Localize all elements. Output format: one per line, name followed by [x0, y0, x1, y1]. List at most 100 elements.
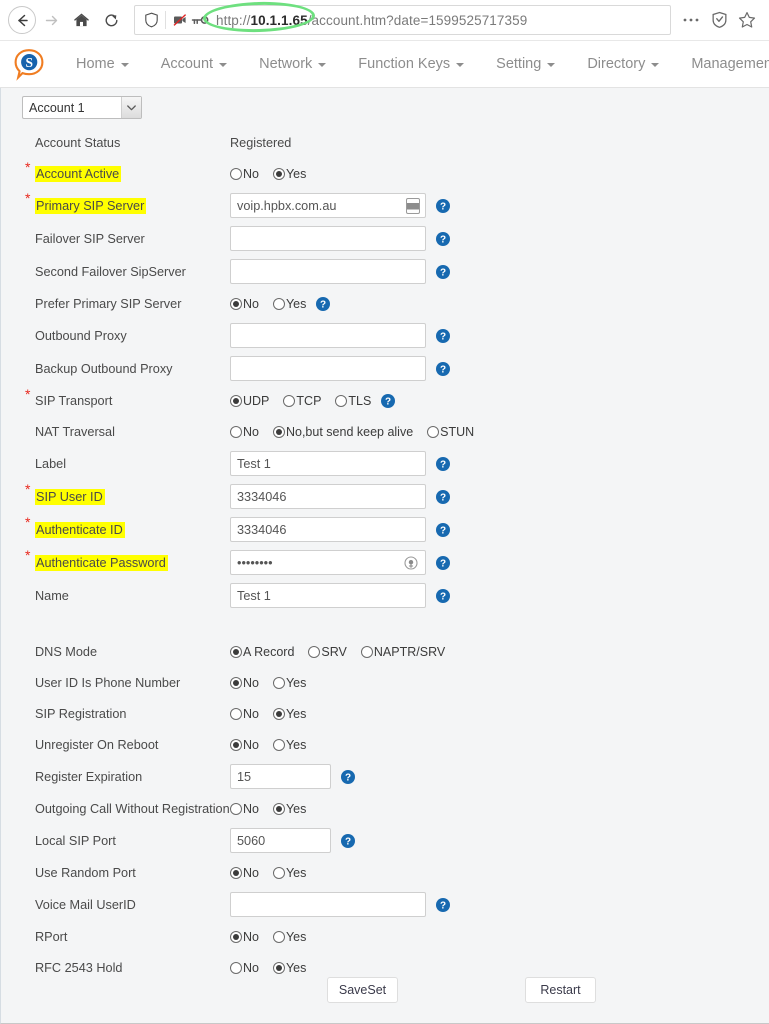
radio-option[interactable]: NAPTR/SRV — [360, 645, 445, 659]
reveal-password-icon[interactable] — [403, 555, 419, 571]
account-select[interactable]: Account 1 — [22, 96, 142, 119]
radio-option[interactable]: No — [230, 425, 259, 439]
brand-logo-icon[interactable]: S — [12, 47, 46, 81]
nav-item-network[interactable]: Network — [243, 56, 342, 72]
radio-option[interactable]: Yes — [272, 676, 306, 690]
help-icon[interactable]: ? — [436, 456, 450, 471]
radio-dot-icon[interactable] — [283, 394, 296, 407]
help-icon[interactable]: ? — [436, 361, 450, 376]
radio-option[interactable]: Yes — [272, 297, 306, 311]
radio-dot-icon[interactable] — [230, 394, 242, 407]
radio-option[interactable]: UDP — [230, 394, 269, 408]
help-icon[interactable]: ? — [436, 489, 450, 504]
radio-option[interactable]: No — [230, 676, 259, 690]
help-icon[interactable]: ? — [341, 769, 355, 784]
nav-item-function-keys[interactable]: Function Keys — [342, 56, 480, 72]
radio-dot-icon[interactable] — [272, 167, 285, 180]
radio-option[interactable]: No — [230, 866, 259, 880]
radio-dot-icon[interactable] — [272, 802, 285, 815]
text-input[interactable] — [230, 356, 426, 381]
home-button[interactable] — [66, 5, 96, 35]
radio-option[interactable]: Yes — [272, 961, 306, 975]
help-icon[interactable]: ? — [316, 296, 331, 311]
radio-option[interactable]: No — [230, 802, 259, 816]
radio-option[interactable]: No — [230, 930, 259, 944]
address-bar[interactable]: http://10.1.1.65/account.htm?date=159952… — [134, 5, 671, 35]
help-icon[interactable]: ? — [381, 393, 396, 408]
radio-option[interactable]: Yes — [272, 866, 306, 880]
radio-dot-icon[interactable] — [272, 297, 285, 310]
radio-dot-icon[interactable] — [230, 707, 242, 720]
text-input[interactable]: Test 1 — [230, 451, 426, 476]
radio-dot-icon[interactable] — [272, 707, 285, 720]
nav-item-setting[interactable]: Setting — [480, 56, 571, 72]
radio-option[interactable]: No — [230, 167, 259, 181]
radio-option[interactable]: No — [230, 738, 259, 752]
help-icon[interactable]: ? — [436, 198, 450, 213]
radio-dot-icon[interactable] — [272, 738, 285, 751]
radio-option[interactable]: STUN — [427, 425, 474, 439]
radio-dot-icon[interactable] — [272, 425, 285, 438]
radio-dot-icon[interactable] — [335, 394, 348, 407]
help-icon[interactable]: ? — [436, 231, 450, 246]
help-icon[interactable]: ? — [436, 588, 450, 603]
radio-option[interactable]: A Record — [230, 645, 294, 659]
nav-item-directory[interactable]: Directory — [571, 56, 675, 72]
back-button[interactable] — [8, 6, 36, 34]
radio-option[interactable]: Yes — [272, 802, 306, 816]
forward-button[interactable] — [36, 5, 66, 35]
text-input[interactable]: 15 — [230, 764, 331, 789]
radio-dot-icon[interactable] — [272, 676, 285, 689]
camera-blocked-icon[interactable] — [170, 10, 190, 30]
text-input[interactable] — [230, 323, 426, 348]
page-actions-menu-button[interactable] — [677, 5, 705, 35]
nav-item-account[interactable]: Account — [145, 56, 243, 72]
radio-dot-icon[interactable] — [230, 802, 242, 815]
password-input[interactable]: •••••••• — [230, 550, 426, 575]
help-icon[interactable]: ? — [341, 833, 355, 848]
saveset-button[interactable]: SaveSet — [327, 977, 398, 1003]
radio-option[interactable]: Yes — [272, 738, 306, 752]
radio-dot-icon[interactable] — [230, 645, 242, 658]
text-input[interactable] — [230, 226, 426, 251]
radio-dot-icon[interactable] — [230, 425, 242, 438]
key-permission-icon[interactable] — [190, 10, 210, 30]
autofill-icon[interactable] — [406, 197, 420, 214]
nav-item-management[interactable]: Management — [675, 56, 769, 72]
radio-dot-icon[interactable] — [230, 961, 242, 974]
tracking-protection-button[interactable] — [705, 5, 733, 35]
shield-icon[interactable] — [141, 10, 161, 30]
chevron-down-icon[interactable] — [121, 97, 141, 118]
radio-option[interactable]: Yes — [272, 167, 306, 181]
radio-dot-icon[interactable] — [272, 961, 285, 974]
radio-option[interactable]: Yes — [272, 930, 306, 944]
text-input[interactable]: Test 1 — [230, 583, 426, 608]
help-icon[interactable]: ? — [436, 897, 450, 912]
radio-option[interactable]: TLS — [335, 394, 371, 408]
url-text[interactable]: http://10.1.1.65/account.htm?date=159952… — [216, 13, 664, 28]
radio-dot-icon[interactable] — [230, 676, 242, 689]
radio-dot-icon[interactable] — [272, 866, 285, 879]
radio-option[interactable]: No — [230, 707, 259, 721]
nav-item-home[interactable]: Home — [60, 56, 145, 72]
bookmark-star-button[interactable] — [733, 5, 761, 35]
text-input[interactable]: 3334046 — [230, 484, 426, 509]
radio-option[interactable]: No — [230, 961, 259, 975]
radio-option[interactable]: TCP — [283, 394, 321, 408]
radio-dot-icon[interactable] — [230, 297, 242, 310]
help-icon[interactable]: ? — [436, 264, 450, 279]
help-icon[interactable]: ? — [436, 555, 450, 570]
text-input[interactable]: 5060 — [230, 828, 331, 853]
radio-dot-icon[interactable] — [427, 425, 440, 438]
radio-dot-icon[interactable] — [308, 645, 321, 658]
text-input[interactable]: 3334046 — [230, 517, 426, 542]
restart-button[interactable]: Restart — [525, 977, 596, 1003]
text-input[interactable] — [230, 892, 426, 917]
radio-dot-icon[interactable] — [230, 866, 242, 879]
radio-option[interactable]: SRV — [308, 645, 347, 659]
radio-dot-icon[interactable] — [230, 738, 242, 751]
text-input[interactable] — [230, 259, 426, 284]
help-icon[interactable]: ? — [436, 522, 450, 537]
radio-option[interactable]: No,but send keep alive — [272, 425, 413, 439]
radio-option[interactable]: Yes — [272, 707, 306, 721]
